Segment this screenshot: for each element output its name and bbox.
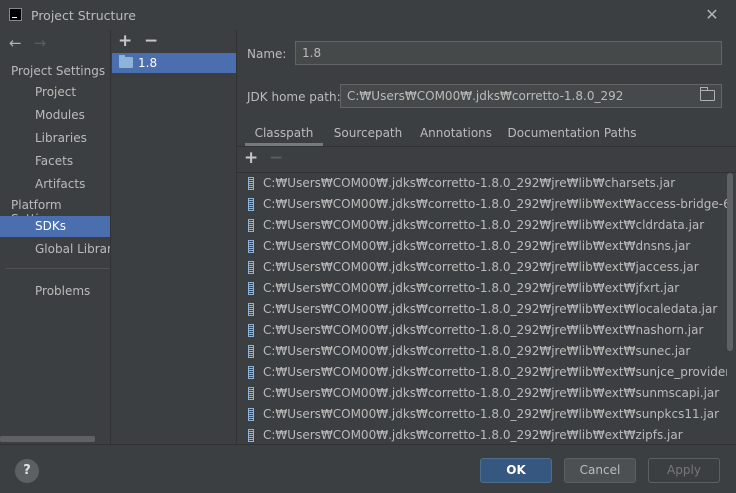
classpath-list[interactable]: C:₩Users₩COM00₩.jdks₩corretto-1.8.0_292₩… [237,172,736,444]
nav-item-artifacts[interactable]: Artifacts [0,174,110,195]
jar-icon [248,177,254,190]
list-item[interactable]: C:₩Users₩COM00₩.jdks₩corretto-1.8.0_292₩… [237,278,727,299]
tab-classpath[interactable]: Classpath [245,122,323,146]
nav-item-modules[interactable]: Modules [0,105,110,126]
classpath-entry: C:₩Users₩COM00₩.jdks₩corretto-1.8.0_292₩… [263,218,705,232]
list-item[interactable]: C:₩Users₩COM00₩.jdks₩corretto-1.8.0_292₩… [237,341,727,362]
remove-sdk-button[interactable]: − [144,31,158,51]
classpath-entry: C:₩Users₩COM00₩.jdks₩corretto-1.8.0_292₩… [263,386,720,400]
help-button[interactable]: ? [15,459,39,483]
classpath-scrollbar[interactable] [727,173,733,351]
list-item[interactable]: C:₩Users₩COM00₩.jdks₩corretto-1.8.0_292₩… [237,320,727,341]
classpath-entry: C:₩Users₩COM00₩.jdks₩corretto-1.8.0_292₩… [263,302,718,316]
nav-history: ← → [9,34,46,52]
tab-sourcepath[interactable]: Sourcepath [329,122,407,146]
nav-item-sdks[interactable]: SDKs [0,216,110,237]
nav-divider [6,268,110,269]
jdk-home-label: JDK home path: [247,90,341,104]
list-item[interactable]: C:₩Users₩COM00₩.jdks₩corretto-1.8.0_292₩… [237,299,727,320]
jar-icon [248,303,254,316]
remove-classpath-button[interactable]: − [269,148,283,168]
add-sdk-button[interactable]: + [118,31,132,51]
classpath-entry: C:₩Users₩COM00₩.jdks₩corretto-1.8.0_292₩… [263,260,699,274]
jar-icon [248,240,254,253]
name-label: Name: [247,47,287,61]
nav-item-global-libraries[interactable]: Global Libraries [0,239,110,260]
window-title: Project Structure [31,8,136,23]
forward-arrow-icon[interactable]: → [34,34,47,52]
name-field[interactable]: 1.8 [295,41,722,65]
list-item[interactable]: C:₩Users₩COM00₩.jdks₩corretto-1.8.0_292₩… [237,425,727,444]
sdk-list-pane: + − 1.8 [111,30,237,444]
classpath-entry: C:₩Users₩COM00₩.jdks₩corretto-1.8.0_292₩… [263,239,691,253]
classpath-entry: C:₩Users₩COM00₩.jdks₩corretto-1.8.0_292₩… [263,428,683,442]
classpath-entry: C:₩Users₩COM00₩.jdks₩corretto-1.8.0_292₩… [263,281,680,295]
classpath-entry: C:₩Users₩COM00₩.jdks₩corretto-1.8.0_292₩… [263,365,727,379]
intellij-logo-icon [9,8,22,21]
jar-icon [248,261,254,274]
classpath-entry: C:₩Users₩COM00₩.jdks₩corretto-1.8.0_292₩… [263,323,704,337]
list-item[interactable]: C:₩Users₩COM00₩.jdks₩corretto-1.8.0_292₩… [237,404,727,425]
close-button[interactable]: ✕ [702,5,722,25]
list-item[interactable]: C:₩Users₩COM00₩.jdks₩corretto-1.8.0_292₩… [237,362,727,383]
jar-icon [248,366,254,379]
classpath-entry: C:₩Users₩COM00₩.jdks₩corretto-1.8.0_292₩… [263,176,676,190]
folder-browse-icon[interactable] [700,87,715,101]
tab-documentation-paths[interactable]: Documentation Paths [507,122,637,146]
settings-navigation: ← → Project Settings Project Modules Libr… [0,30,111,444]
jar-icon [248,324,254,337]
nav-horizontal-scrollbar[interactable] [0,436,95,442]
sdk-list-item[interactable]: 1.8 [112,53,236,73]
classpath-toolbar: + − [237,147,736,171]
list-item[interactable]: C:₩Users₩COM00₩.jdks₩corretto-1.8.0_292₩… [237,194,727,215]
classpath-entry: C:₩Users₩COM00₩.jdks₩corretto-1.8.0_292₩… [263,407,720,421]
jdk-home-field[interactable]: C:₩Users₩COM00₩.jdks₩corretto-1.8.0_292 [340,84,722,108]
jar-icon [248,345,254,358]
list-item[interactable]: C:₩Users₩COM00₩.jdks₩corretto-1.8.0_292₩… [237,257,727,278]
dialog-footer: ? OK Cancel Apply [0,444,736,493]
list-item[interactable]: C:₩Users₩COM00₩.jdks₩corretto-1.8.0_292₩… [237,215,727,236]
cancel-button[interactable]: Cancel [564,458,636,483]
nav-item-libraries[interactable]: Libraries [0,128,110,149]
jar-icon [248,219,254,232]
nav-item-problems[interactable]: Problems [0,281,110,302]
project-settings-heading: Project Settings [11,64,106,78]
tab-annotations[interactable]: Annotations [415,122,497,146]
back-arrow-icon[interactable]: ← [9,34,22,52]
list-item[interactable]: C:₩Users₩COM00₩.jdks₩corretto-1.8.0_292₩… [237,236,727,257]
title-bar: Project Structure ✕ [0,0,736,30]
sdk-detail-pane: Name: 1.8 JDK home path: C:₩Users₩COM00₩… [237,30,736,444]
add-classpath-button[interactable]: + [244,148,258,168]
apply-button[interactable]: Apply [648,458,720,483]
nav-item-facets[interactable]: Facets [0,151,110,172]
sdk-item-label: 1.8 [138,56,158,70]
classpath-entry: C:₩Users₩COM00₩.jdks₩corretto-1.8.0_292₩… [263,197,727,211]
list-item[interactable]: C:₩Users₩COM00₩.jdks₩corretto-1.8.0_292₩… [237,173,727,194]
sdk-list-toolbar: + − [111,30,236,53]
list-item[interactable]: C:₩Users₩COM00₩.jdks₩corretto-1.8.0_292₩… [237,383,727,404]
jdk-home-value: C:₩Users₩COM00₩.jdks₩corretto-1.8.0_292 [347,89,624,103]
jar-icon [248,387,254,400]
jar-icon [248,429,254,442]
ok-button[interactable]: OK [480,458,552,483]
jar-icon [248,198,254,211]
sdk-folder-icon [119,55,133,68]
nav-item-project[interactable]: Project [0,82,110,103]
jar-icon [248,282,254,295]
jar-icon [248,408,254,421]
classpath-entry: C:₩Users₩COM00₩.jdks₩corretto-1.8.0_292₩… [263,344,691,358]
